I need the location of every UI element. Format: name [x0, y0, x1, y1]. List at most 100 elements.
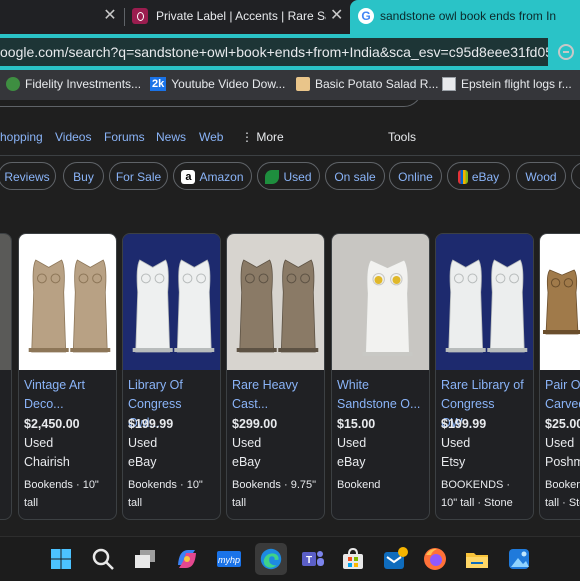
address-bar[interactable]: oogle.com/search?q=sandstone+owl+book+en… — [0, 38, 548, 66]
tab-favicon-icon — [132, 8, 148, 24]
file-explorer-icon[interactable] — [463, 545, 491, 573]
product-image — [436, 234, 533, 370]
copilot-icon[interactable] — [173, 545, 201, 573]
bookmarks-bar: Fidelity Investments... 2k Youtube Video … — [0, 70, 580, 100]
divider — [0, 155, 580, 156]
chip-used[interactable]: Used — [257, 162, 320, 190]
product-condition: Used — [545, 436, 575, 450]
bookmark-fidelity[interactable]: Fidelity Investments... — [6, 76, 141, 94]
owl-bookend-image — [362, 259, 413, 357]
document-icon — [442, 76, 456, 91]
edge-taskbar-button[interactable] — [255, 543, 287, 575]
owl-bookends-image — [132, 259, 215, 353]
product-price: $2,450.00 — [24, 417, 80, 431]
2k-icon: 2k — [150, 76, 167, 91]
tab-active-google-search[interactable]: G sandstone owl book ends from In — [350, 0, 580, 34]
tab-separator — [124, 8, 125, 26]
close-tab-icon[interactable]: ✕ — [102, 8, 118, 24]
owl-bookends-image — [28, 259, 111, 353]
product-description: Bookends · tall · Sto — [545, 479, 580, 509]
chip-for-sale[interactable]: For Sale — [109, 162, 168, 190]
chip-label: Wood — [525, 169, 557, 184]
product-condition: Used — [232, 436, 262, 450]
chip-reviews[interactable]: Reviews — [0, 162, 56, 190]
chip-online[interactable]: Online — [389, 162, 442, 190]
search-nav-tabs: hopping Videos Forums News Web ⋮ More To… — [0, 130, 580, 150]
product-card[interactable]: Library Of Congress Owl... $199.99 Used … — [122, 233, 221, 520]
product-price: $199.99 — [128, 417, 174, 431]
product-card[interactable]: Vintage Art Deco... $2,450.00 Used Chair… — [18, 233, 117, 520]
product-card-partial[interactable]: Pair Of Carved... $25.00 Used Poshm Book… — [539, 233, 580, 520]
more-menu[interactable]: ⋮ More — [241, 130, 284, 144]
bookmark-epstein-logs[interactable]: Epstein flight logs r... — [442, 76, 572, 94]
chip-label: eBay — [471, 169, 500, 184]
zoom-out-icon[interactable] — [558, 44, 574, 60]
product-description: Bookends · 10" tall — [128, 479, 203, 509]
chip-amazon[interactable]: a Amazon — [173, 162, 252, 190]
svg-text:myhp: myhp — [218, 555, 240, 565]
search-results-page: hopping Videos Forums News Web ⋮ More To… — [0, 100, 580, 536]
product-title[interactable]: White Sandstone O... — [337, 376, 425, 414]
bookmark-label: Epstein flight logs r... — [461, 76, 572, 91]
edge-icon — [260, 548, 282, 570]
product-condition: Used — [441, 436, 471, 450]
product-card[interactable]: White Sandstone O... $15.00 Used eBay Bo… — [331, 233, 430, 520]
windows-start-icon[interactable] — [47, 545, 75, 573]
product-image — [0, 234, 11, 370]
bookmark-label: Basic Potato Salad R... — [315, 76, 439, 91]
product-card[interactable]: Rare Heavy Cast... $299.00 Used eBay Boo… — [226, 233, 325, 520]
tab-web[interactable]: Web — [199, 130, 223, 144]
tab-forums[interactable]: Forums — [104, 130, 145, 144]
tools-button[interactable]: Tools — [388, 130, 416, 144]
tab-shopping[interactable]: hopping — [0, 130, 43, 144]
bookmark-potato-salad[interactable]: Basic Potato Salad R... — [296, 76, 438, 94]
chip-label: For Sale — [115, 169, 162, 184]
product-image — [332, 234, 429, 370]
chip-ebay[interactable]: eBay — [447, 162, 510, 190]
chip-wood[interactable]: Wood — [516, 162, 566, 190]
owl-bookends-image — [543, 269, 580, 335]
product-description: Bookends · 9.75" tall — [232, 479, 317, 509]
firefox-icon[interactable] — [421, 545, 449, 573]
chip-label: Buy — [73, 169, 94, 184]
tab-private-label[interactable]: Private Label | Accents | Rare Sand ✕ — [126, 0, 350, 34]
product-title[interactable]: Rare Heavy Cast... — [232, 376, 320, 414]
store-icon[interactable] — [339, 545, 367, 573]
chip-label: Online — [398, 169, 433, 184]
tab-title: sandstone owl book ends from In — [380, 9, 557, 23]
product-price: $299.00 — [232, 417, 278, 431]
fidelity-icon — [6, 76, 20, 91]
chip-next[interactable] — [571, 162, 580, 190]
product-description: Bookends · 10" tall — [24, 479, 99, 509]
leaf-icon — [265, 169, 280, 184]
product-image — [19, 234, 116, 370]
search-box[interactable] — [0, 100, 422, 107]
product-card[interactable]: Rare Library of Congress OW... $199.99 U… — [435, 233, 534, 520]
product-seller: Poshm — [545, 455, 580, 469]
amazon-icon: a — [181, 169, 196, 184]
bookmark-label: Fidelity Investments... — [25, 76, 142, 91]
tab-videos[interactable]: Videos — [55, 130, 91, 144]
mail-icon[interactable] — [381, 545, 409, 573]
task-view-icon[interactable] — [131, 545, 159, 573]
close-tab-icon[interactable]: ✕ — [330, 8, 343, 24]
chip-buy[interactable]: Buy — [63, 162, 104, 190]
url-text[interactable]: oogle.com/search?q=sandstone+owl+book+en… — [0, 44, 548, 62]
product-seller: Chairish — [24, 455, 70, 469]
product-image — [123, 234, 220, 370]
product-price: $15.00 — [337, 417, 376, 431]
product-title[interactable]: Pair Of Carved... — [545, 376, 580, 414]
product-card-partial[interactable] — [0, 233, 12, 520]
product-description: BOOKENDS · 10" tall · Stone — [441, 479, 513, 509]
bookmark-youtube-downloader[interactable]: 2k Youtube Video Dow... — [150, 76, 285, 94]
windows-taskbar: myhp T — [0, 536, 580, 581]
photos-icon[interactable] — [505, 545, 533, 573]
search-icon[interactable] — [89, 545, 117, 573]
svg-text:T: T — [306, 555, 312, 566]
teams-icon[interactable]: T — [299, 545, 327, 573]
product-title[interactable]: Vintage Art Deco... — [24, 376, 112, 414]
tab-news[interactable]: News — [156, 130, 186, 144]
product-condition: Used — [337, 436, 367, 450]
chip-on-sale[interactable]: On sale — [325, 162, 385, 190]
hp-icon[interactable]: myhp — [215, 545, 243, 573]
